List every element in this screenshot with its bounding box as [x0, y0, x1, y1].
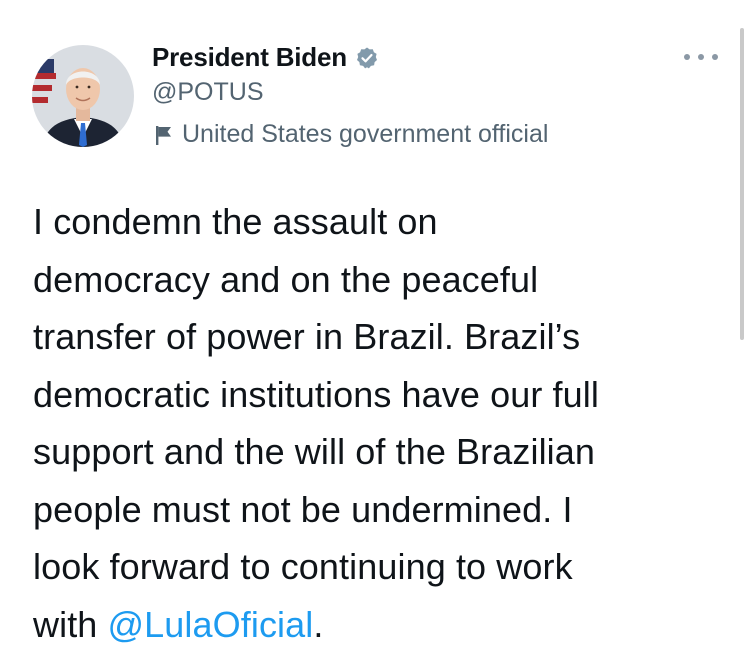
tweet: President Biden @POTUS United States gov… [0, 0, 750, 643]
author-display-name[interactable]: President Biden [152, 42, 347, 73]
verified-badge-icon [355, 46, 379, 70]
account-label[interactable]: United States government official [152, 120, 548, 149]
mention-link[interactable]: @LulaOficial [108, 604, 314, 645]
more-dot-icon [712, 54, 718, 60]
tweet-text-line: people must not be undermined. I [33, 481, 733, 539]
tweet-text-line: transfer of power in Brazil. Brazil’s [33, 308, 733, 366]
author-handle[interactable]: @POTUS [152, 78, 264, 107]
author-name-row: President Biden [152, 42, 379, 73]
tweet-text-line: look forward to continuing to work [33, 538, 733, 596]
avatar[interactable] [32, 45, 134, 147]
tweet-text-prefix: with [33, 604, 108, 645]
tweet-text: I condemn the assault on democracy and o… [33, 193, 733, 653]
tweet-text-line: democratic institutions have our full [33, 366, 733, 424]
more-dot-icon [684, 54, 690, 60]
scrollbar[interactable] [740, 28, 744, 340]
tweet-text-suffix: . [313, 604, 323, 645]
more-options-button[interactable] [684, 48, 718, 66]
account-label-text: United States government official [182, 120, 548, 149]
tweet-text-line: I condemn the assault on [33, 193, 733, 251]
tweet-text-line: democracy and on the peaceful [33, 251, 733, 309]
avatar-image [32, 45, 134, 147]
more-dot-icon [698, 54, 704, 60]
tweet-text-line: support and the will of the Brazilian [33, 423, 733, 481]
flag-icon [152, 123, 176, 147]
tweet-text-last-line: with @LulaOficial. [33, 596, 733, 653]
